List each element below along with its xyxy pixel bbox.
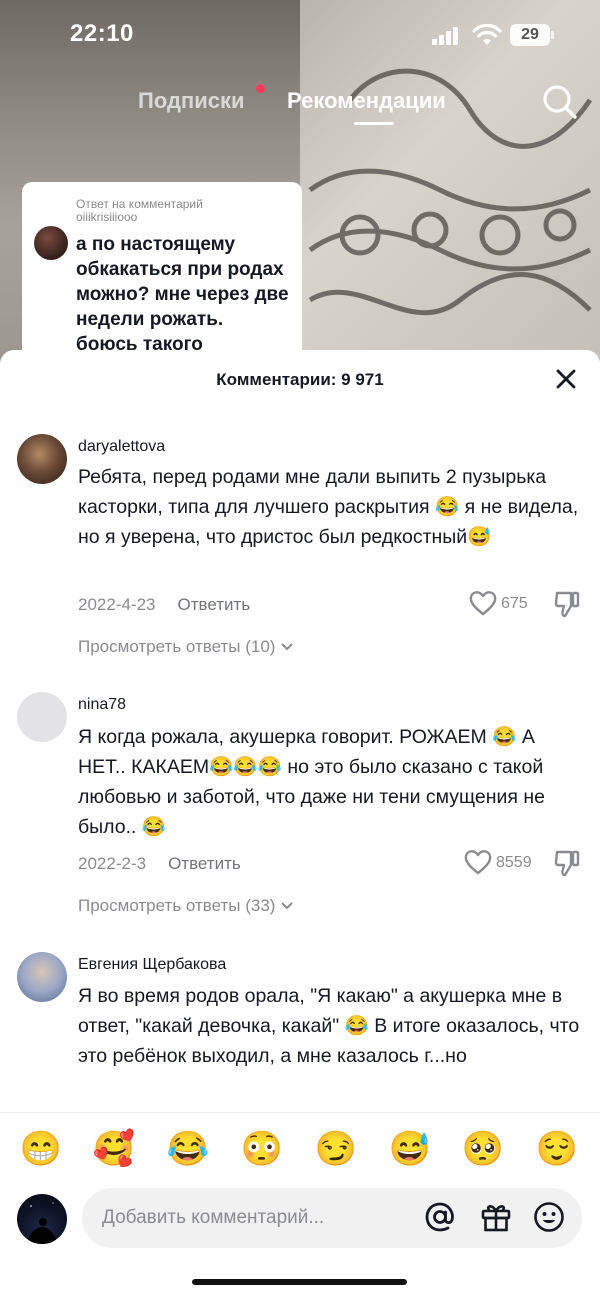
emoji-picker-icon[interactable] <box>533 1201 565 1233</box>
comment-date: 2022-4-23 <box>78 595 156 614</box>
reply-button[interactable]: Ответить <box>168 854 241 873</box>
comment-meta: 2022-2-3 Ответить <box>78 854 241 874</box>
view-replies-button[interactable]: Просмотреть ответы (33) <box>78 896 294 916</box>
feed-tabs: Подписки Рекомендации <box>0 84 600 125</box>
comments-count-title: Комментарии: 9 971 <box>216 370 384 389</box>
silhouette-icon <box>27 1202 57 1244</box>
emoji-grin-button[interactable]: 😁 <box>19 1129 63 1169</box>
emoji-pleading-button[interactable]: 🥺 <box>461 1129 505 1169</box>
comment-username[interactable]: Евгения Щербакова <box>78 956 226 974</box>
comment-text: Я во время родов орала, "Я какаю" а акуш… <box>78 985 580 1067</box>
reply-card-text: а по настоящему обкакаться при родах мож… <box>76 234 289 355</box>
battery-icon: 29 <box>510 24 554 46</box>
view-replies-label: Просмотреть ответы (33) <box>78 896 276 915</box>
dislike-icon[interactable] <box>554 590 580 618</box>
avatar[interactable] <box>17 434 67 484</box>
live-indicator-dot <box>256 84 265 93</box>
cellular-signal-icon <box>432 27 458 45</box>
comment-meta: 2022-4-23 Ответить <box>78 595 250 615</box>
search-icon[interactable] <box>542 84 578 120</box>
comment-item: nina78 Я когда рожала, акушерка говорит.… <box>0 690 600 920</box>
emoji-relieved-button[interactable]: 😌 <box>535 1129 579 1169</box>
status-bar: 22:10 29 <box>0 0 600 72</box>
emoji-quick-bar: 😁 🥰 😂 😳 😏 😅 🥺 😌 <box>0 1112 600 1188</box>
heart-icon[interactable] <box>464 849 492 875</box>
comments-header: Комментарии: 9 971 <box>0 350 600 410</box>
view-replies-label: Просмотреть ответы (10) <box>78 637 276 656</box>
emoji-hearts-button[interactable]: 🥰 <box>92 1129 136 1169</box>
emoji-tears-of-joy-button[interactable]: 😂 <box>166 1129 210 1169</box>
reply-caption-username: oiiikrisiiiooo <box>76 210 138 224</box>
reply-button[interactable]: Ответить <box>178 595 251 614</box>
view-replies-button[interactable]: Просмотреть ответы (10) <box>78 637 294 657</box>
comment-date: 2022-2-3 <box>78 854 147 873</box>
dislike-icon[interactable] <box>554 849 580 877</box>
tab-following[interactable]: Подписки <box>138 88 245 114</box>
avatar[interactable] <box>17 692 67 742</box>
avatar[interactable] <box>17 952 67 1002</box>
home-indicator[interactable] <box>192 1279 407 1285</box>
like-count: 8559 <box>496 854 532 871</box>
comment-username[interactable]: daryalettova <box>78 438 165 456</box>
comment-username[interactable]: nina78 <box>78 696 126 714</box>
heart-icon[interactable] <box>469 590 497 616</box>
emoji-flushed-button[interactable]: 😳 <box>240 1129 284 1169</box>
mention-at-icon[interactable] <box>424 1201 456 1233</box>
chevron-down-icon <box>281 643 293 651</box>
comment-item: daryalettova Ребята, перед родами мне да… <box>0 432 600 662</box>
avatar <box>34 226 68 260</box>
gift-icon[interactable] <box>480 1201 512 1233</box>
comment-item: Евгения Щербакова Я во время родов орала… <box>0 950 600 1120</box>
like-count: 675 <box>501 595 528 612</box>
my-avatar[interactable] <box>17 1194 67 1244</box>
chevron-down-icon <box>281 902 293 910</box>
wifi-icon <box>472 24 502 45</box>
emoji-sweat-smile-button[interactable]: 😅 <box>388 1129 432 1169</box>
emoji-smirk-button[interactable]: 😏 <box>314 1129 358 1169</box>
comment-text: Я когда рожала, акушерка говорит. РОЖАЕМ… <box>78 726 545 838</box>
active-tab-underline <box>354 122 394 125</box>
comment-text: Ребята, перед родами мне дали выпить 2 п… <box>78 466 579 548</box>
close-icon[interactable] <box>555 368 577 390</box>
status-time: 22:10 <box>70 20 134 47</box>
tab-for-you[interactable]: Рекомендации <box>287 88 446 114</box>
comment-composer <box>0 1188 600 1258</box>
